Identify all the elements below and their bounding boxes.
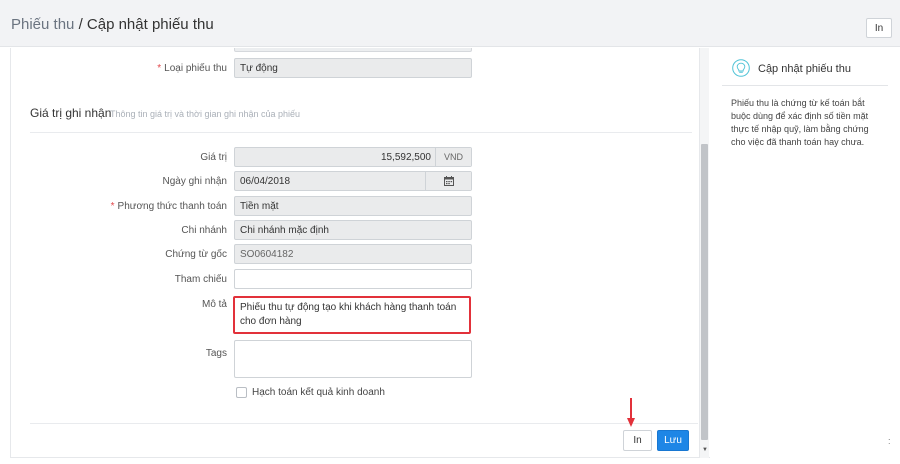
arrow-down-icon [627,398,635,427]
section-title: Giá trị ghi nhận [30,106,112,120]
help-panel-title: Cập nhật phiếu thu [758,63,851,75]
ngay-ghi-nhan-label: Ngày ghi nhận [162,176,228,187]
ngay-ghi-nhan-field[interactable]: 06/04/2018 [234,171,472,191]
calendar-icon[interactable] [425,172,471,190]
scroll-down-icon[interactable]: ▼ [701,446,709,454]
gia-tri-value: 15,592,500 [380,151,431,163]
breadcrumb: Phiếu thu / Cập nhật phiếu thu [11,16,214,33]
page-header: Phiếu thu / Cập nhật phiếu thu In [0,0,900,47]
ngay-ghi-nhan-value: 06/04/2018 [240,175,291,187]
hach-toan-checkbox[interactable] [236,387,247,398]
footer-divider [30,423,698,424]
scrollbar-thumb[interactable] [701,144,708,440]
help-panel-description: Phiếu thu là chứng từ kế toán bắt buộc d… [731,98,869,147]
edge-fragment: : [888,436,891,446]
lightbulb-icon [732,59,750,77]
tham-chieu-label: Tham chiếu [174,274,227,285]
help-panel: Cập nhật phiếu thu Phiếu thu là chứng từ… [722,50,888,460]
chung-tu-goc-label: Chứng từ gốc [165,249,227,260]
chi-nhanh-label: Chi nhánh [181,225,227,236]
chi-nhanh-field[interactable]: Chi nhánh mặc định [234,220,472,240]
gia-tri-label: Giá trị [200,152,227,163]
breadcrumb-parent[interactable]: Phiếu thu [11,16,74,33]
tags-label: Tags [205,348,227,359]
page-title: Cập nhật phiếu thu [86,16,214,33]
currency-unit: VND [435,148,471,166]
print-button[interactable]: In [623,430,652,451]
section-divider [30,132,692,133]
field-above-partial [234,48,472,52]
breadcrumb-separator: / [78,16,83,33]
save-button[interactable]: Lưu [657,430,689,451]
help-panel-header: Cập nhật phiếu thu [722,50,888,86]
tham-chieu-input[interactable] [234,269,472,289]
loai-phieu-field[interactable]: Tự động [234,58,472,78]
chung-tu-goc-field[interactable]: SO0604182 [234,244,472,264]
phuong-thuc-label: * Phương thức thanh toán [110,201,227,212]
loai-phieu-label: * Loại phiếu thu [157,63,227,74]
mo-ta-label: Mô tả [201,299,227,310]
hach-toan-label[interactable]: Hạch toán kết quả kinh doanh [252,387,385,398]
phuong-thuc-field[interactable]: Tiền mặt [234,196,472,216]
section-subtitle: Thông tin giá trị và thời gian ghi nhận … [110,109,301,119]
tags-input[interactable] [234,340,472,378]
gia-tri-field[interactable]: 15,592,500 VND [234,147,472,167]
scrollbar[interactable]: ▼ [699,48,709,458]
print-button-top[interactable]: In [866,18,892,38]
form-panel: * Loại phiếu thu Tự động Giá trị ghi nhận… [10,48,710,458]
mo-ta-textarea[interactable]: Phiếu thu tự động tạo khi khách hàng tha… [233,296,471,334]
